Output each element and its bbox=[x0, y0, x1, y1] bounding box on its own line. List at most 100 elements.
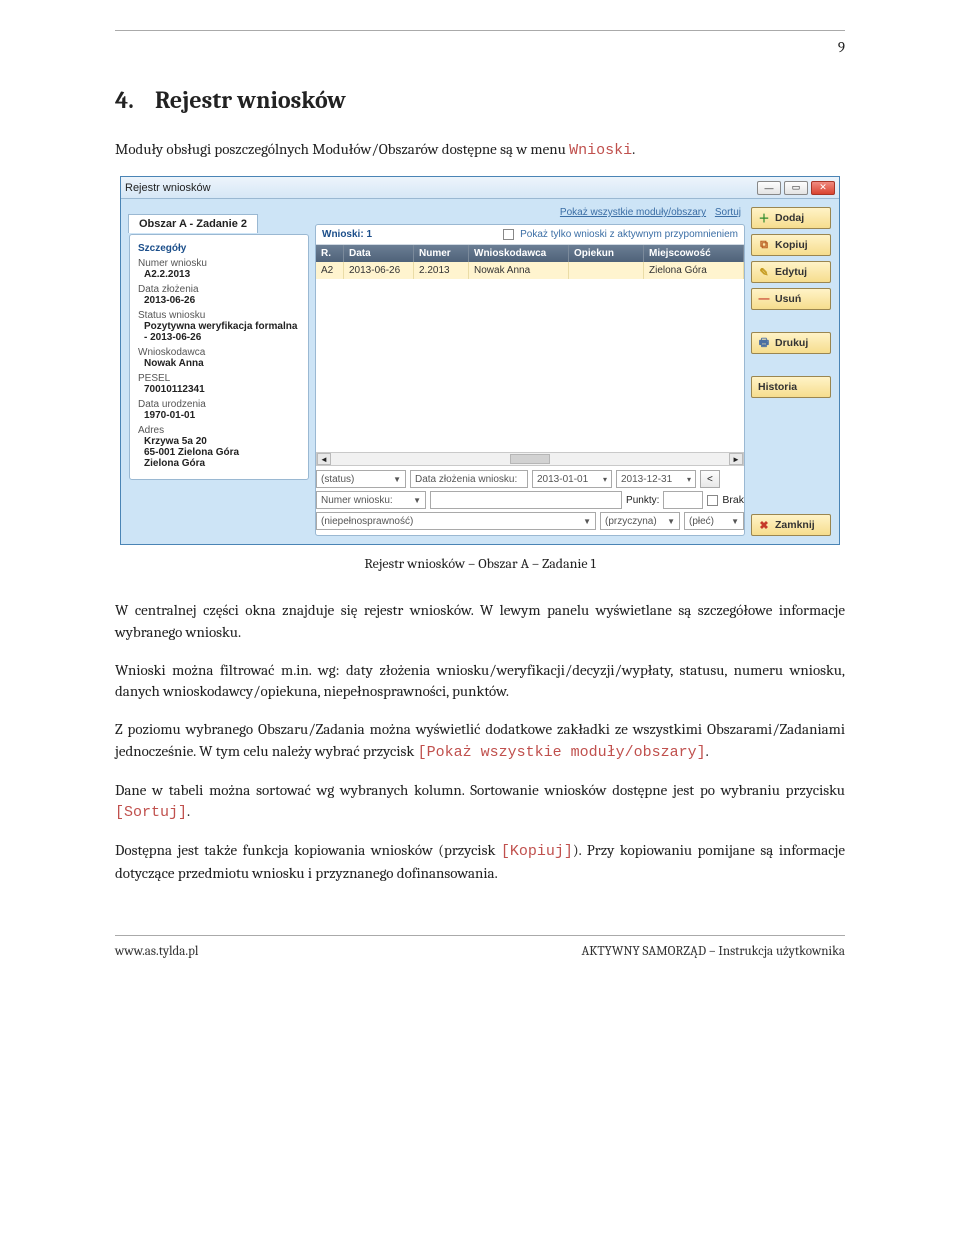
cell-wnioskodawca: Nowak Anna bbox=[469, 262, 569, 279]
value-data-urodzenia: 1970-01-01 bbox=[144, 410, 300, 421]
details-header: Szczegóły bbox=[138, 243, 300, 254]
para4-btn: [Sortuj] bbox=[115, 804, 187, 821]
paragraph-4: Dane w tabeli można sortować wg wybranyc… bbox=[115, 780, 845, 825]
para3-b: . bbox=[706, 742, 709, 760]
filter-niepelnosprawnosc-combo[interactable]: (niepełnosprawność)▼ bbox=[316, 512, 596, 530]
footer-right: AKTYWNY SAMORZĄD – Instrukcja użytkownik… bbox=[582, 944, 846, 959]
close-icon: ✖ bbox=[758, 519, 770, 531]
zamknij-button[interactable]: ✖Zamknij bbox=[751, 514, 831, 536]
filter-numer-text: Numer wniosku: bbox=[321, 495, 393, 506]
drukuj-button[interactable]: 🖶 Drukuj bbox=[751, 332, 831, 354]
filter-plec-combo[interactable]: (płeć) ▼ bbox=[684, 512, 744, 530]
page-footer: www.as.tylda.pl AKTYWNY SAMORZĄD – Instr… bbox=[115, 935, 845, 977]
printer-icon: 🖶 bbox=[758, 337, 770, 349]
col-numer[interactable]: Numer bbox=[414, 245, 469, 262]
filter-lt-button[interactable]: < bbox=[700, 470, 720, 488]
app-window: Rejestr wniosków — ▭ ✕ Obszar A - Zadani… bbox=[120, 176, 840, 545]
filter-przyczyna-text: (przyczyna) bbox=[605, 516, 657, 527]
scroll-right-icon[interactable]: ► bbox=[729, 453, 743, 465]
horizontal-scrollbar[interactable]: ◄ ► bbox=[316, 452, 744, 466]
value-status: Pozytywna weryfikacja formalna - 2013-06… bbox=[144, 321, 300, 343]
usun-button[interactable]: — Usuń bbox=[751, 288, 831, 310]
window-title: Rejestr wniosków bbox=[125, 182, 754, 194]
filter-status-text: (status) bbox=[321, 474, 354, 485]
usun-label: Usuń bbox=[775, 293, 801, 305]
tab-obszar-a[interactable]: Obszar A - Zadanie 2 bbox=[128, 214, 258, 233]
toolbar-links: Pokaż wszystkie moduły/obszary Sortuj bbox=[315, 207, 745, 218]
data-grid: R. Data Numer Wnioskodawca Opiekun Miejs… bbox=[316, 245, 744, 449]
label-status: Status wniosku bbox=[138, 310, 300, 321]
kopiuj-button[interactable]: ⧉Kopiuj bbox=[751, 234, 831, 256]
chevron-down-icon: ▼ bbox=[667, 517, 675, 526]
screenshot-caption: Rejestr wniosków – Obszar A – Zadanie 1 bbox=[115, 555, 845, 572]
cell-opiekun bbox=[569, 262, 644, 279]
cell-r: A2 bbox=[316, 262, 344, 279]
checkbox-brak[interactable] bbox=[707, 495, 718, 506]
value-numer-wniosku: A2.2.2013 bbox=[144, 269, 300, 280]
para4-b: . bbox=[187, 802, 190, 820]
section-number: 4. bbox=[115, 86, 155, 114]
scroll-left-icon[interactable]: ◄ bbox=[317, 453, 331, 465]
minus-icon: — bbox=[758, 293, 770, 305]
chevron-down-icon: ▼ bbox=[731, 517, 739, 526]
filter-niep-text: (niepełnosprawność) bbox=[321, 516, 413, 527]
chevron-down-icon: ▾ bbox=[603, 475, 607, 484]
dodaj-button[interactable]: ＋Dodaj bbox=[751, 207, 831, 229]
filter-punkty-input[interactable] bbox=[663, 491, 703, 509]
intro-paragraph: Moduły obsługi poszczególnych Modułów/Ob… bbox=[115, 139, 845, 161]
filter-date-from[interactable]: 2013-01-01 ▾ bbox=[532, 470, 612, 488]
label-adres: Adres bbox=[138, 425, 300, 436]
list-title: Wnioski: 1 bbox=[322, 229, 372, 240]
filter-date-label: Data złożenia wniosku: bbox=[410, 470, 528, 488]
filter-plec-text: (płeć) bbox=[689, 516, 714, 527]
intro-menu-name: Wnioski bbox=[569, 142, 632, 159]
minimize-button[interactable]: — bbox=[757, 181, 781, 195]
col-wnioskodawca[interactable]: Wnioskodawca bbox=[469, 245, 569, 262]
historia-label: Historia bbox=[758, 381, 797, 393]
close-button[interactable]: ✕ bbox=[811, 181, 835, 195]
plus-icon: ＋ bbox=[758, 212, 770, 224]
details-panel: Szczegóły Numer wniosku A2.2.2013 Data z… bbox=[129, 234, 309, 480]
maximize-button[interactable]: ▭ bbox=[784, 181, 808, 195]
filter-date-from-text: 2013-01-01 bbox=[537, 474, 588, 485]
scroll-thumb[interactable] bbox=[510, 454, 550, 464]
filter-date-to-text: 2013-12-31 bbox=[621, 474, 672, 485]
historia-button[interactable]: Historia bbox=[751, 376, 831, 398]
drukuj-label: Drukuj bbox=[775, 337, 808, 349]
para5-a: Dostępna jest także funkcja kopiowania w… bbox=[115, 841, 501, 859]
grid-empty-area bbox=[316, 279, 744, 449]
titlebar: Rejestr wniosków — ▭ ✕ bbox=[121, 177, 839, 199]
col-data[interactable]: Data bbox=[344, 245, 414, 262]
section-heading: 4.Rejestr wniosków bbox=[115, 86, 845, 114]
edytuj-label: Edytuj bbox=[775, 266, 807, 278]
cell-data: 2013-06-26 bbox=[344, 262, 414, 279]
para4-a: Dane w tabeli można sortować wg wybranyc… bbox=[115, 781, 845, 799]
footer-left: www.as.tylda.pl bbox=[115, 944, 198, 959]
label-data-urodzenia: Data urodzenia bbox=[138, 399, 300, 410]
checkbox-active-reminder[interactable] bbox=[503, 229, 514, 240]
label-wnioskodawca: Wnioskodawca bbox=[138, 347, 300, 358]
col-r[interactable]: R. bbox=[316, 245, 344, 262]
para5-btn: [Kopiuj] bbox=[501, 843, 573, 860]
action-buttons-panel: ＋Dodaj ⧉Kopiuj ✎ Edytuj — Usuń 🖶 Drukuj His… bbox=[751, 207, 831, 536]
filter-numer-combo[interactable]: Numer wniosku:▼ bbox=[316, 491, 426, 509]
filter-date-to[interactable]: 2013-12-31▾ bbox=[616, 470, 696, 488]
value-adres-line3: Zielona Góra bbox=[144, 458, 300, 469]
list-panel: Wnioski: 1 Pokaż tylko wnioski z aktywny… bbox=[315, 224, 745, 536]
pencil-icon: ✎ bbox=[758, 266, 770, 278]
col-opiekun[interactable]: Opiekun bbox=[569, 245, 644, 262]
link-sort[interactable]: Sortuj bbox=[715, 207, 741, 218]
link-show-all-modules[interactable]: Pokaż wszystkie moduły/obszary bbox=[560, 207, 706, 218]
filter-punkty-label: Punkty: bbox=[626, 495, 659, 506]
filter-przyczyna-combo[interactable]: (przyczyna) ▼ bbox=[600, 512, 680, 530]
chevron-down-icon: ▼ bbox=[393, 475, 401, 484]
edytuj-button[interactable]: ✎ Edytuj bbox=[751, 261, 831, 283]
paragraph-3: Z poziomu wybranego Obszaru/Zadania możn… bbox=[115, 719, 845, 764]
intro-text-after: . bbox=[632, 140, 635, 158]
paragraph-1: W centralnej części okna znajduje się re… bbox=[115, 600, 845, 644]
col-miejscowosc[interactable]: Miejscowość bbox=[644, 245, 744, 262]
table-row[interactable]: A2 2013-06-26 2.2013 Nowak Anna Zielona … bbox=[316, 262, 744, 279]
filter-numer-input[interactable] bbox=[430, 491, 622, 509]
filter-status-combo[interactable]: (status) ▼ bbox=[316, 470, 406, 488]
value-wnioskodawca: Nowak Anna bbox=[144, 358, 300, 369]
